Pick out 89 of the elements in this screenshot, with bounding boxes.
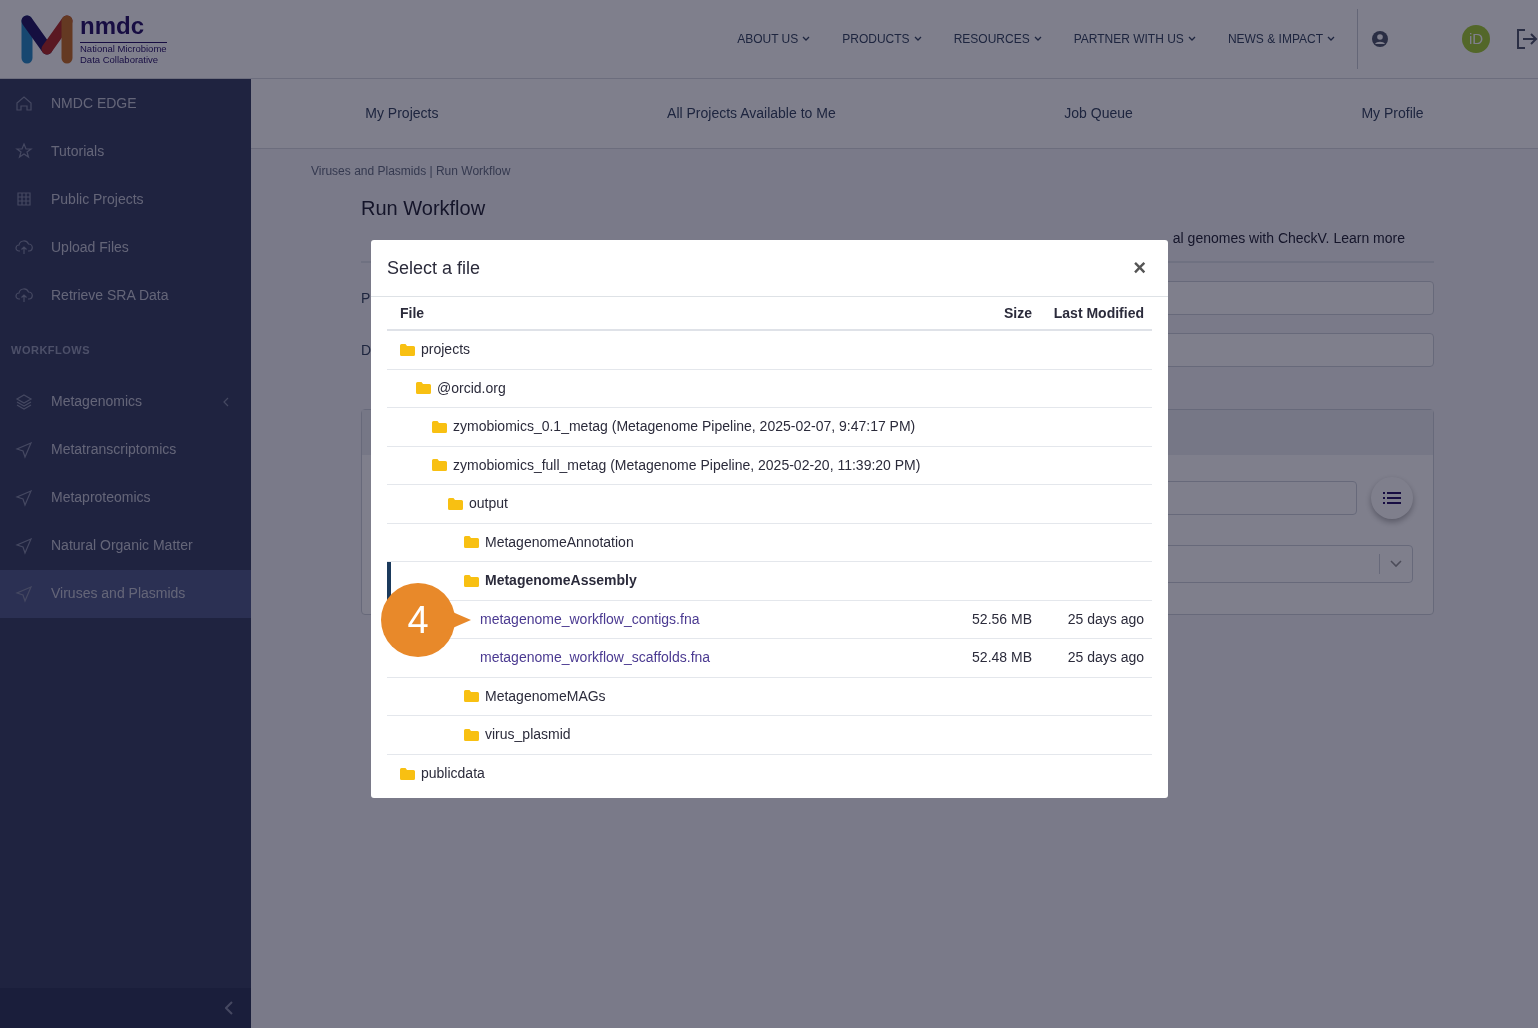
sidebar-item[interactable]: Public Projects bbox=[0, 175, 251, 223]
caret-icon bbox=[802, 36, 811, 42]
user-icon[interactable] bbox=[1372, 31, 1388, 47]
paper-plane-icon bbox=[15, 488, 33, 507]
nav-menu-item[interactable]: NEWS & IMPACT bbox=[1211, 30, 1351, 48]
field-label: P bbox=[361, 288, 372, 308]
file-size: 52.48 MB bbox=[971, 648, 1032, 668]
nav-tab[interactable]: All Projects Available to Me bbox=[661, 102, 842, 125]
dialog-title: Select a file bbox=[387, 256, 481, 280]
folder-name: output bbox=[469, 494, 508, 514]
sidebar-item[interactable]: Tutorials bbox=[0, 127, 251, 175]
folder-icon bbox=[464, 536, 479, 549]
modified-time: 25 days ago bbox=[1066, 648, 1145, 668]
modified-time: 25 days ago bbox=[1066, 609, 1145, 629]
sidebar-item[interactable]: NMDC EDGE bbox=[0, 79, 251, 127]
file-row[interactable]: publicdata bbox=[387, 754, 1152, 793]
file-row[interactable]: projects bbox=[387, 331, 1152, 370]
field-label: D bbox=[361, 340, 373, 360]
folder-icon bbox=[416, 382, 431, 395]
paper-plane-icon bbox=[15, 536, 33, 555]
logo-tagline: Data Collaborative bbox=[80, 53, 160, 65]
logo-tagline: National Microbiome bbox=[80, 42, 167, 54]
list-icon bbox=[1383, 491, 1401, 505]
chevron-down-icon bbox=[1390, 560, 1402, 568]
column-header: Last Modified bbox=[1052, 303, 1145, 323]
folder-name: @orcid.org bbox=[437, 378, 506, 398]
folder-name: zymobiomics_0.1_metag (Metagenome Pipeline, 2025-02-07, 9:47:17 PM) bbox=[453, 417, 916, 437]
nav-menu-item[interactable]: ABOUT US bbox=[721, 30, 827, 48]
file-link[interactable]: metagenome_workflow_contigs.fna bbox=[480, 608, 700, 630]
cloud-upload-icon bbox=[15, 286, 33, 304]
paper-plane-icon bbox=[15, 584, 33, 603]
nav-menu-item[interactable]: PARTNER WITH US bbox=[1057, 30, 1212, 48]
folder-icon bbox=[432, 459, 447, 472]
logout-icon[interactable] bbox=[1516, 29, 1538, 49]
folder-icon bbox=[432, 420, 447, 433]
file-row[interactable]: MetagenomeAnnotation bbox=[387, 523, 1152, 562]
star-icon bbox=[15, 142, 33, 160]
folder-name: MetagenomeAnnotation bbox=[485, 532, 634, 552]
sidebar-item[interactable]: Viruses and Plasmids bbox=[0, 569, 251, 618]
logo-wordmark: nmdc bbox=[80, 13, 167, 43]
nav-menu-item[interactable]: RESOURCES bbox=[937, 30, 1058, 48]
sidebar-item[interactable]: Metatranscriptomics bbox=[0, 425, 251, 474]
file-row[interactable]: @orcid.org bbox=[387, 369, 1152, 408]
file-row[interactable]: virus_plasmid bbox=[387, 716, 1152, 755]
page-title: Run Workflow bbox=[361, 196, 487, 220]
learn-more-link[interactable]: Learn more bbox=[1333, 230, 1405, 246]
column-header: Size bbox=[1003, 303, 1032, 323]
caret-icon bbox=[913, 36, 922, 42]
breadcrumb: Viruses and Plasmids | Run Workflow bbox=[310, 163, 512, 180]
collapse-icon[interactable] bbox=[225, 1001, 233, 1015]
sidebar-item[interactable]: Upload Files bbox=[0, 223, 251, 271]
folder-icon bbox=[448, 497, 463, 510]
home-icon bbox=[15, 94, 33, 112]
logo-icon bbox=[20, 14, 74, 64]
folder-icon bbox=[400, 343, 415, 356]
file-link[interactable]: metagenome_workflow_scaffolds.fna bbox=[480, 647, 711, 669]
file-row[interactable]: output bbox=[387, 485, 1152, 524]
caret-icon bbox=[1187, 36, 1196, 42]
step-callout-tooltip: 4 bbox=[381, 583, 473, 657]
caret-icon bbox=[1327, 36, 1335, 42]
folder-icon bbox=[464, 690, 479, 703]
sidebar-item[interactable]: Metaproteomics bbox=[0, 473, 251, 522]
nav-tab[interactable]: My Profile bbox=[1355, 102, 1430, 125]
file-row[interactable]: zymobiomics_full_metag (Metagenome Pipeline, 2025-02-20, 11:39:20 PM) bbox=[387, 446, 1152, 485]
grid-icon bbox=[15, 190, 33, 208]
folder-name: projects bbox=[421, 340, 471, 360]
file-size: 52.56 MB bbox=[971, 609, 1032, 629]
sidebar-item[interactable]: Metagenomics bbox=[0, 377, 251, 426]
folder-icon bbox=[464, 728, 479, 741]
nav-menu-item[interactable]: PRODUCTS bbox=[826, 30, 938, 48]
cloud-upload-icon bbox=[15, 238, 33, 256]
caret-icon bbox=[1033, 36, 1042, 42]
nav-tab[interactable]: My Projects bbox=[359, 102, 445, 125]
file-row[interactable]: zymobiomics_0.1_metag (Metagenome Pipeline, 2025-02-07, 9:47:17 PM) bbox=[387, 408, 1152, 447]
folder-icon bbox=[400, 767, 415, 780]
folder-name: virus_plasmid bbox=[485, 725, 571, 745]
folder-name: publicdata bbox=[421, 764, 485, 784]
nav-tab[interactable]: Job Queue bbox=[1058, 102, 1139, 125]
file-row[interactable]: MetagenomeMAGs bbox=[387, 677, 1152, 716]
sidebar-item[interactable]: Natural Organic Matter bbox=[0, 521, 251, 570]
layers-icon bbox=[15, 392, 33, 411]
list-button[interactable] bbox=[1371, 477, 1413, 519]
sidebar-item[interactable]: Retrieve SRA Data bbox=[0, 271, 251, 319]
folder-name: MetagenomeAssembly bbox=[485, 571, 637, 591]
column-header: File bbox=[399, 303, 426, 323]
paper-plane-icon bbox=[15, 440, 33, 459]
folder-name: MetagenomeMAGs bbox=[485, 686, 606, 706]
close-button[interactable]: × bbox=[1127, 257, 1152, 279]
folder-name: zymobiomics_full_metag (Metagenome Pipeline, 2025-02-20, 11:39:20 PM) bbox=[453, 455, 921, 475]
